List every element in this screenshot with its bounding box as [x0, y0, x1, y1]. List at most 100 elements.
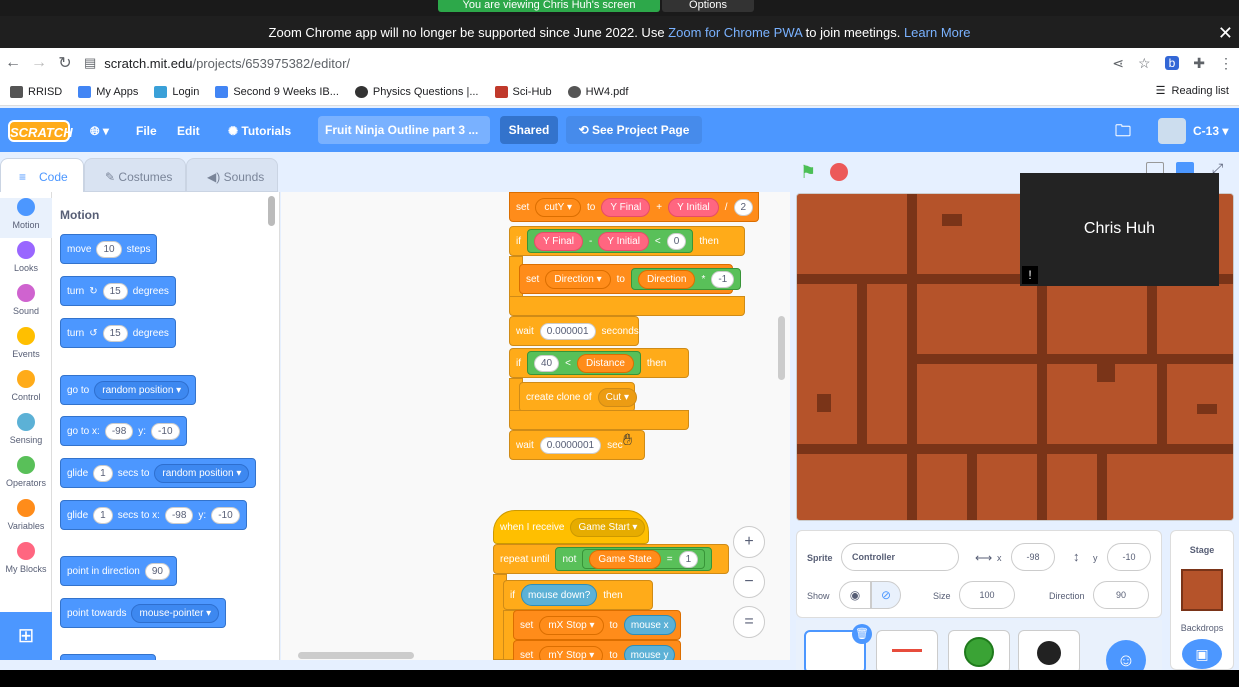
file-menu[interactable]: File — [136, 122, 157, 140]
direction-input[interactable]: 90 — [1093, 581, 1149, 609]
size-input[interactable]: 100 — [959, 581, 1015, 609]
bookmark-hw4[interactable]: HW4.pdf — [567, 85, 628, 98]
block-input[interactable]: 15 — [102, 282, 128, 300]
block-glide-random[interactable]: glide 1 secs to random position ▾ — [60, 458, 257, 488]
sprite-thumb-watermelon[interactable] — [948, 630, 1010, 674]
zoom-out-button[interactable]: − — [733, 566, 765, 598]
bookmark-sci-hub[interactable]: Sci-Hub — [494, 85, 552, 98]
back-icon[interactable]: ← — [0, 54, 26, 72]
bookmark-login[interactable]: Login — [154, 85, 199, 98]
block-go-to[interactable]: go to random position ▾ — [60, 375, 197, 405]
block-point-direction[interactable]: point in direction 90 — [60, 556, 177, 586]
block-input[interactable]: -98 — [164, 506, 194, 524]
script-vertical-scrollbar[interactable] — [778, 316, 785, 380]
block-input[interactable]: 40 — [534, 354, 560, 372]
operator-not[interactable]: not Game State = 1 — [555, 547, 713, 571]
block-input[interactable]: 10 — [96, 240, 122, 258]
menu-dots-icon[interactable]: ⋮ — [1219, 55, 1233, 72]
variable-pill[interactable]: Direction — [637, 269, 696, 289]
learn-more-link[interactable]: Learn More — [904, 25, 970, 40]
block-input[interactable]: 0 — [666, 232, 687, 250]
block-set-my[interactable]: set mY Stop ▾ to mouse y — [513, 640, 681, 660]
category-sound[interactable]: Sound — [0, 284, 52, 316]
add-backdrop-button[interactable]: ▣ — [1182, 639, 1222, 669]
block-input[interactable]: -1 — [711, 270, 735, 288]
block-if-mouse-down[interactable]: if mouse down? then — [503, 580, 653, 610]
operator-less-than[interactable]: 40 < Distance — [527, 351, 641, 375]
zoom-pwa-link[interactable]: Zoom for Chrome PWA — [668, 25, 802, 40]
block-input[interactable]: -98 — [104, 422, 134, 440]
block-dropdown[interactable]: random position ▾ — [94, 380, 190, 400]
category-events[interactable]: Events — [0, 327, 52, 359]
see-project-page-button[interactable]: ⟲ See Project Page — [566, 116, 702, 144]
sprite-thumb-2[interactable] — [876, 630, 938, 674]
block-dropdown[interactable]: Game Start ▾ — [570, 517, 646, 537]
block-set-cuty[interactable]: set cutY ▾ to Y Final + Y Initial / 2 — [509, 192, 759, 222]
variable-pill[interactable]: Y Initial — [668, 197, 719, 217]
bookmark-star-icon[interactable]: ☆ — [1138, 55, 1151, 72]
tab-code[interactable]: ≡ Code — [0, 158, 84, 192]
block-input[interactable]: 90 — [144, 562, 170, 580]
block-if-yfinal[interactable]: if Y Final - Y Initial <0 then — [509, 226, 745, 256]
share-icon[interactable]: ⋖ — [1112, 55, 1124, 72]
show-visible-eye-icon[interactable]: ◉ — [839, 581, 871, 609]
shared-button[interactable]: Shared — [500, 116, 558, 144]
scratch-logo[interactable]: SCRATCH — [8, 120, 73, 142]
reload-icon[interactable]: ↻ — [52, 53, 78, 73]
y-input[interactable]: -10 — [1107, 543, 1151, 571]
bookmark-rrisd[interactable]: RRISD — [10, 85, 62, 98]
script-horizontal-scrollbar[interactable] — [298, 652, 414, 659]
block-partial[interactable] — [60, 654, 156, 660]
forward-icon[interactable]: → — [26, 54, 52, 72]
variable-pill[interactable]: Y Final — [534, 231, 583, 251]
block-set-direction[interactable]: set Direction ▾ to Direction * -1 — [519, 264, 742, 294]
block-dropdown[interactable]: cutY ▾ — [535, 197, 581, 217]
category-motion[interactable]: Motion — [0, 198, 52, 238]
block-input[interactable]: -10 — [211, 506, 240, 524]
user-menu[interactable]: C-13 ▾ — [1193, 122, 1228, 140]
extensions-puzzle-icon[interactable]: ✚ — [1193, 55, 1205, 72]
block-wait-1[interactable]: wait 0.000001 seconds — [509, 316, 639, 346]
tutorials-button[interactable]: ✺ Tutorials — [228, 122, 291, 140]
block-dropdown[interactable]: mX Stop ▾ — [539, 615, 604, 635]
block-input[interactable]: 1 — [93, 464, 113, 482]
variable-pill[interactable]: Game State — [589, 549, 661, 569]
language-globe-icon[interactable]: 🌐︎ ▾ — [90, 122, 109, 140]
block-repeat-until[interactable]: repeat until not Game State = 1 — [493, 544, 729, 574]
block-set-mx[interactable]: set mX Stop ▾ to mouse x — [513, 610, 681, 640]
category-variables[interactable]: Variables — [0, 499, 52, 531]
close-icon[interactable]: ✕ — [1218, 16, 1233, 50]
palette-scrollbar[interactable] — [268, 196, 275, 226]
category-sensing[interactable]: Sensing — [0, 413, 52, 445]
reading-list[interactable]: ☰ Reading list — [1156, 84, 1229, 98]
bookmark-second-9-weeks[interactable]: Second 9 Weeks IB... — [215, 85, 339, 98]
add-extension-button[interactable]: ⊞ — [0, 612, 52, 660]
extension-b-icon[interactable]: b — [1164, 56, 1180, 70]
block-dropdown[interactable]: mY Stop ▾ — [539, 645, 604, 660]
block-input[interactable]: 2 — [733, 198, 754, 216]
operator-multiply[interactable]: Direction * -1 — [630, 268, 742, 290]
zoom-reset-button[interactable]: = — [733, 606, 765, 638]
category-looks[interactable]: Looks — [0, 241, 52, 273]
avatar[interactable] — [1158, 118, 1186, 144]
bookmark-physics[interactable]: Physics Questions |... — [354, 85, 479, 98]
variable-pill[interactable]: Y Final — [601, 197, 651, 217]
category-operators[interactable]: Operators — [0, 456, 52, 488]
operator-equals[interactable]: Game State = 1 — [582, 549, 706, 569]
x-input[interactable]: -98 — [1011, 543, 1055, 571]
stop-icon[interactable] — [830, 163, 848, 181]
tab-costumes[interactable]: ✎ Costumes — [84, 158, 186, 192]
block-input[interactable]: 1 — [678, 550, 699, 568]
site-info-icon[interactable]: ▤ — [84, 55, 96, 71]
block-dropdown[interactable]: Cut ▾ — [597, 387, 637, 407]
operator-compare[interactable]: Y Final - Y Initial <0 — [527, 229, 694, 253]
block-dropdown[interactable]: mouse-pointer ▾ — [131, 603, 220, 623]
block-glide-xy[interactable]: glide 1 secs to x: -98 y: -10 — [60, 500, 247, 530]
bookmark-my-apps[interactable]: My Apps — [78, 85, 138, 98]
block-turn-left[interactable]: turn ↺ 15 degrees — [60, 318, 176, 348]
sensing-mouse-x[interactable]: mouse x — [623, 615, 676, 635]
category-my-blocks[interactable]: My Blocks — [0, 542, 52, 574]
block-input[interactable]: 0.0000001 — [539, 436, 602, 454]
category-control[interactable]: Control — [0, 370, 52, 402]
sensing-mouse-down[interactable]: mouse down? — [521, 584, 598, 606]
